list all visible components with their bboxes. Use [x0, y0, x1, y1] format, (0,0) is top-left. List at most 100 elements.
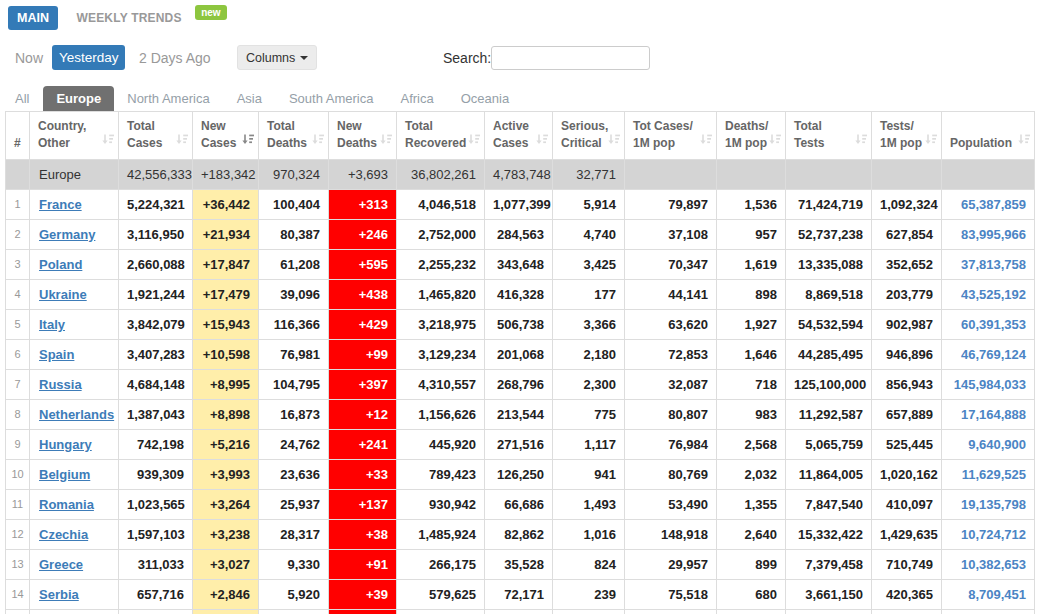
cell-cases-1m: 32,087 — [625, 369, 717, 399]
main-tab-button[interactable]: MAIN — [8, 6, 58, 30]
region-tab-south-america[interactable]: South America — [289, 86, 374, 112]
column-header-deaths-1m-pop[interactable]: Deaths/1M pop — [717, 112, 786, 160]
cell-deaths-1m — [717, 609, 786, 614]
search-input[interactable] — [491, 46, 650, 70]
cell-active: 416,328 — [485, 279, 553, 309]
cell-tests-1m: 420,365 — [872, 579, 942, 609]
cell-recovered: 3,218,975 — [397, 309, 485, 339]
country-link[interactable]: France — [39, 197, 82, 212]
tab-2-days-ago[interactable]: 2 Days Ago — [139, 50, 211, 66]
cell-population — [942, 159, 1035, 189]
cell-population[interactable]: 9,640,900 — [942, 429, 1035, 459]
cell-recovered: 1,485,924 — [397, 519, 485, 549]
column-header-total-tests[interactable]: TotalTests — [786, 112, 872, 160]
columns-dropdown-button[interactable]: Columns — [237, 45, 317, 70]
cell-tests-1m: 410,097 — [872, 489, 942, 519]
cell-population[interactable]: 10,382,653 — [942, 549, 1035, 579]
weekly-trends-tab[interactable]: WEEKLY TRENDS — [76, 11, 181, 25]
cell-population[interactable]: 37,813,758 — [942, 249, 1035, 279]
region-tab-asia[interactable]: Asia — [237, 86, 262, 112]
region-tab-north-america[interactable]: North America — [127, 86, 209, 112]
cell-tests: 7,379,458 — [786, 549, 872, 579]
cell-serious: 4,740 — [553, 219, 625, 249]
cell-total-cases: 939,309 — [119, 459, 193, 489]
country-link[interactable]: Belgium — [39, 467, 90, 482]
cell-population[interactable]: 11,629,525 — [942, 459, 1035, 489]
column-header-tot-cases-1m-pop[interactable]: Tot Cases/1M pop — [625, 112, 717, 160]
cell-population[interactable]: 60,391,353 — [942, 309, 1035, 339]
cell-recovered: 266,175 — [397, 549, 485, 579]
cell-population[interactable]: 19,135,798 — [942, 489, 1035, 519]
country-row: 5Italy3,842,079+15,943116,366+4293,218,9… — [6, 309, 1035, 339]
country-link[interactable]: Italy — [39, 317, 65, 332]
country-link[interactable]: Serbia — [39, 587, 79, 602]
cell-population[interactable]: 10,724,712 — [942, 519, 1035, 549]
cell-deaths-1m: 2,032 — [717, 459, 786, 489]
rank-cell: 8 — [6, 399, 30, 429]
column-header-tests-1m-pop[interactable]: Tests/1M pop — [872, 112, 942, 160]
sort-icon — [468, 133, 480, 150]
cell-total-deaths: 39,096 — [259, 279, 329, 309]
sort-icon — [380, 133, 392, 150]
caret-down-icon — [300, 56, 308, 60]
column-header-country-other[interactable]: Country,Other — [30, 112, 119, 160]
cell-population[interactable]: 145,984,033 — [942, 369, 1035, 399]
country-link[interactable]: Spain — [39, 347, 74, 362]
cell-deaths-1m: 1,646 — [717, 339, 786, 369]
cell-population[interactable]: 8,709,451 — [942, 579, 1035, 609]
region-tab-all[interactable]: All — [15, 86, 29, 112]
region-tab-africa[interactable]: Africa — [400, 86, 433, 112]
country-link[interactable]: Ukraine — [39, 287, 87, 302]
cell-deaths-1m: 957 — [717, 219, 786, 249]
country-cell — [30, 609, 119, 614]
country-row: 13Greece311,033+3,0279,330+91266,17535,5… — [6, 549, 1035, 579]
column-header-active-cases[interactable]: ActiveCases — [485, 112, 553, 160]
cell-recovered: 1,465,820 — [397, 279, 485, 309]
column-header-total-deaths[interactable]: TotalDeaths — [259, 112, 329, 160]
cell-population[interactable]: 43,525,192 — [942, 279, 1035, 309]
column-header-serious-critical[interactable]: Serious,Critical — [553, 112, 625, 160]
sort-icon — [700, 133, 712, 150]
rank-cell: 9 — [6, 429, 30, 459]
country-link[interactable]: Germany — [39, 227, 95, 242]
cell-total-cases: 42,556,333 — [119, 159, 193, 189]
country-cell: Romania — [30, 489, 119, 519]
column-header-new-deaths[interactable]: NewDeaths — [329, 112, 397, 160]
cell-new-cases: +36,442 — [193, 189, 259, 219]
rank-cell: 1 — [6, 189, 30, 219]
country-cell: Ukraine — [30, 279, 119, 309]
cell-new-cases — [193, 609, 259, 614]
cell-new-cases: +183,342 — [193, 159, 259, 189]
cell-population[interactable]: 83,995,966 — [942, 219, 1035, 249]
country-link[interactable]: Poland — [39, 257, 82, 272]
cell-cases-1m: 75,518 — [625, 579, 717, 609]
country-link[interactable]: Russia — [39, 377, 82, 392]
country-link[interactable]: Czechia — [39, 527, 88, 542]
region-tab-europe[interactable]: Europe — [43, 86, 114, 113]
country-link[interactable]: Netherlands — [39, 407, 114, 422]
cell-total-deaths: 970,324 — [259, 159, 329, 189]
cell-population[interactable]: 17,164,888 — [942, 399, 1035, 429]
cell-recovered: 445,920 — [397, 429, 485, 459]
tab-yesterday[interactable]: Yesterday — [52, 45, 125, 70]
column-header-new-cases[interactable]: NewCases — [193, 112, 259, 160]
column-header-population[interactable]: Population — [942, 112, 1035, 160]
cell-serious: 177 — [553, 279, 625, 309]
column-header-total-cases[interactable]: TotalCases — [119, 112, 193, 160]
cell-total-deaths: 104,795 — [259, 369, 329, 399]
cell-serious: 3,366 — [553, 309, 625, 339]
region-tab-oceania[interactable]: Oceania — [461, 86, 509, 112]
cell-serious: 1,493 — [553, 489, 625, 519]
cell-recovered: 789,423 — [397, 459, 485, 489]
cell-population[interactable]: 65,387,859 — [942, 189, 1035, 219]
rank-cell: 4 — [6, 279, 30, 309]
country-link[interactable]: Hungary — [39, 437, 92, 452]
cell-new-deaths: +397 — [329, 369, 397, 399]
column-header-total-recovered[interactable]: TotalRecovered — [397, 112, 485, 160]
tab-now[interactable]: Now — [15, 50, 43, 66]
cell-total-deaths: 28,317 — [259, 519, 329, 549]
cell-population[interactable]: 46,769,124 — [942, 339, 1035, 369]
cell-tests — [786, 609, 872, 614]
country-link[interactable]: Greece — [39, 557, 83, 572]
country-link[interactable]: Romania — [39, 497, 94, 512]
